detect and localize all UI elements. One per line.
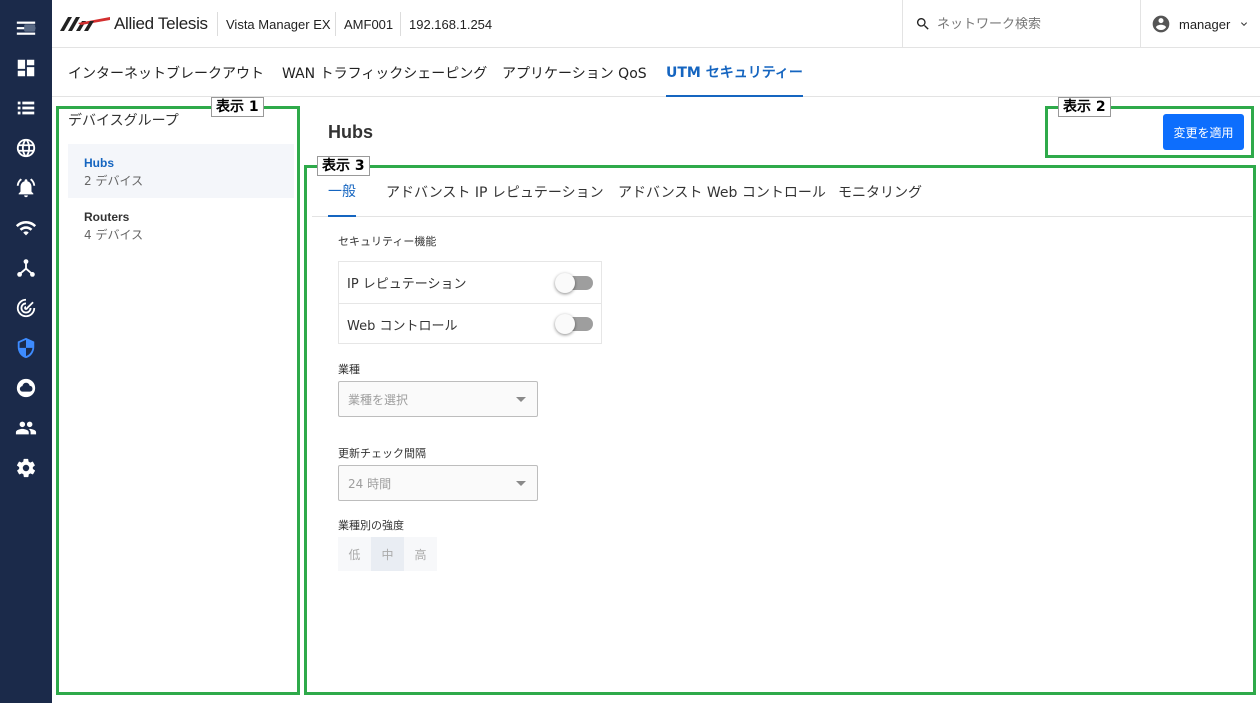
wifi-icon[interactable] xyxy=(0,208,52,248)
nav-rail xyxy=(0,0,52,703)
annotation-label-3: 表示 3 xyxy=(317,156,370,176)
user-menu[interactable]: manager xyxy=(1140,0,1260,48)
annotation-label-1: 表示 1 xyxy=(211,97,264,117)
cloud-icon[interactable] xyxy=(0,368,52,408)
device-name[interactable]: AMF001 xyxy=(344,0,393,48)
device-ip: 192.168.1.254 xyxy=(409,16,493,32)
menu-icon[interactable] xyxy=(0,8,52,48)
app-header: Allied Telesis Vista Manager EX AMF001 1… xyxy=(52,0,1260,48)
header-divider xyxy=(400,12,401,36)
feature-tabs: インターネットブレークアウト WAN トラフィックシェーピング アプリケーション… xyxy=(52,48,1260,97)
user-name: manager xyxy=(1179,16,1231,32)
tab-utm-security[interactable]: UTM セキュリティー xyxy=(666,48,803,97)
annotation-label-2: 表示 2 xyxy=(1058,97,1111,117)
radar-icon[interactable] xyxy=(0,288,52,328)
annotation-box-3 xyxy=(304,165,1256,695)
account-icon xyxy=(1152,15,1170,33)
tab-wan-traffic-shaping[interactable]: WAN トラフィックシェーピング xyxy=(282,48,487,97)
product-name: Vista Manager EX xyxy=(226,16,331,32)
logo-text: Allied Telesis xyxy=(114,14,208,33)
topology-icon[interactable] xyxy=(0,248,52,288)
tab-internet-breakout[interactable]: インターネットブレークアウト xyxy=(68,48,264,97)
search-input[interactable] xyxy=(937,16,1127,32)
tab-application-qos[interactable]: アプリケーション QoS xyxy=(502,48,647,97)
header-divider xyxy=(335,12,336,36)
annotation-box-1 xyxy=(56,106,300,695)
people-icon[interactable] xyxy=(0,408,52,448)
network-search[interactable] xyxy=(902,0,1140,48)
search-icon xyxy=(916,18,929,30)
gear-icon[interactable] xyxy=(0,448,52,488)
header-divider xyxy=(217,12,218,36)
shield-icon[interactable] xyxy=(0,328,52,368)
page-title: Hubs xyxy=(328,122,373,142)
list-icon[interactable] xyxy=(0,88,52,128)
logo-mark-icon xyxy=(60,17,110,31)
allied-telesis-logo[interactable]: Allied Telesis xyxy=(60,14,208,34)
chevron-down-icon xyxy=(1241,22,1248,26)
globe-icon[interactable] xyxy=(0,128,52,168)
dashboard-icon[interactable] xyxy=(0,48,52,88)
alarm-icon[interactable] xyxy=(0,168,52,208)
